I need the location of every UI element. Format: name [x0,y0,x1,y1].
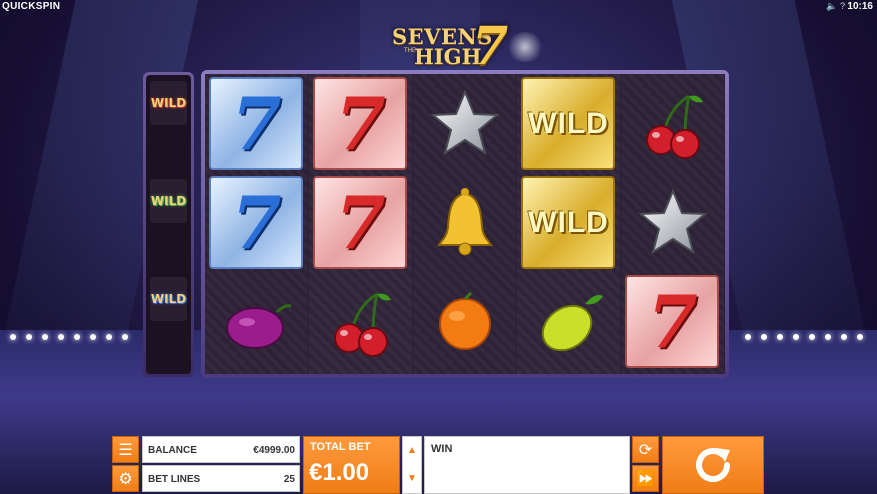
settings-button[interactable]: ⚙ [112,465,139,492]
total-bet-value: €1.00 [309,459,370,486]
win-label: WIN [431,443,453,455]
symbol-wild: WILD [517,74,620,173]
gear-icon: ⚙ [118,470,133,488]
wild-multiplier-1: WILD [150,81,187,125]
symbol-orange [413,272,516,371]
betlines-value: 25 [283,474,295,485]
help-icon[interactable]: ? [840,1,845,11]
wild-multiplier-label: WILD [150,96,187,110]
brand-name: QUICKSPIN [2,1,61,12]
seven-symbol-text: 7 [335,179,386,265]
symbol-cherry [309,272,412,371]
reels: 7 7 7 7 WILD WILD 7 [205,74,725,374]
seven-symbol-text: 7 [335,80,386,166]
autoplay-button[interactable]: ⟳ [632,436,659,463]
reel-3 [413,74,516,374]
symbol-plum [205,272,308,371]
seven-symbol-text: 7 [231,179,282,265]
cherry-icon [333,292,391,357]
clock: 10:16 [847,1,873,12]
speaker-icon[interactable]: 🔈 [826,1,837,11]
wild-multiplier-label: WILD [150,194,187,208]
reel-frame: 7 7 7 7 WILD WILD 7 [201,70,729,378]
balance-label: BALANCE [148,445,197,456]
autoplay-icon: ⟳ [638,441,653,459]
symbol-blue-seven: 7 [205,74,308,173]
control-panel: ☰ ⚙ BALANCE €4999.00 BET LINES 25 TOTAL … [112,436,764,494]
wild-multiplier-3: WILD [150,277,187,321]
bet-down-button[interactable]: ▼ [403,465,421,493]
spin-button[interactable] [662,436,764,494]
wild-multiplier-label: WILD [150,292,187,306]
star-icon [429,88,500,155]
lemon-icon [541,294,603,351]
reel-1: 77 [205,74,308,374]
wild-symbol-text: WILD [528,106,609,140]
fast-forward-button[interactable]: ⏩ [632,465,659,492]
bet-up-button[interactable]: ▲ [403,437,421,465]
top-bar: QUICKSPIN 🔈 ? 10:16 [0,0,877,14]
star-icon [637,187,708,254]
cherry-icon [645,94,703,159]
symbol-red-seven: 7 [309,74,412,173]
hamburger-icon: ☰ [118,441,133,459]
symbol-bell [413,173,516,272]
fast-forward-icon: ⏩ [635,470,656,488]
symbol-lemon [517,272,620,371]
betlines-row: BET LINES 25 [142,465,300,492]
seven-symbol-text: 7 [647,278,698,364]
seven-symbol-text: 7 [231,80,282,166]
balance-row: BALANCE €4999.00 [142,436,300,463]
bell-icon [436,187,493,255]
logo-seven: 7 [472,16,509,77]
wild-multiplier-2: WILD [150,179,187,223]
system-icons[interactable]: 🔈 ? [826,1,845,12]
symbol-star [413,74,516,173]
menu-button[interactable]: ☰ [112,436,139,463]
total-bet-box: TOTAL BET €1.00 [303,436,400,494]
symbol-star [621,173,724,272]
reel-2: 77 [309,74,412,374]
reel-5: 7 [621,74,724,374]
game-logo: SEVENS THE HIGH 7 [388,16,548,77]
spin-icon [696,448,730,482]
total-bet-label: TOTAL BET [310,441,371,453]
orange-icon [438,291,491,350]
wild-symbol-text: WILD [528,205,609,239]
symbol-cherry [621,74,724,173]
plum-icon [225,303,291,349]
bet-stepper: ▲ ▼ [402,436,422,494]
symbol-red-seven: 7 [621,272,724,371]
symbol-blue-seven: 7 [205,173,308,272]
balance-value: €4999.00 [253,445,295,456]
symbol-wild: WILD [517,173,620,272]
betlines-label: BET LINES [148,474,201,485]
symbol-red-seven: 7 [309,173,412,272]
reel-4: WILD WILD [517,74,620,374]
win-box: WIN [424,436,630,494]
wild-multiplier-column: WILD WILD WILD [143,72,194,377]
